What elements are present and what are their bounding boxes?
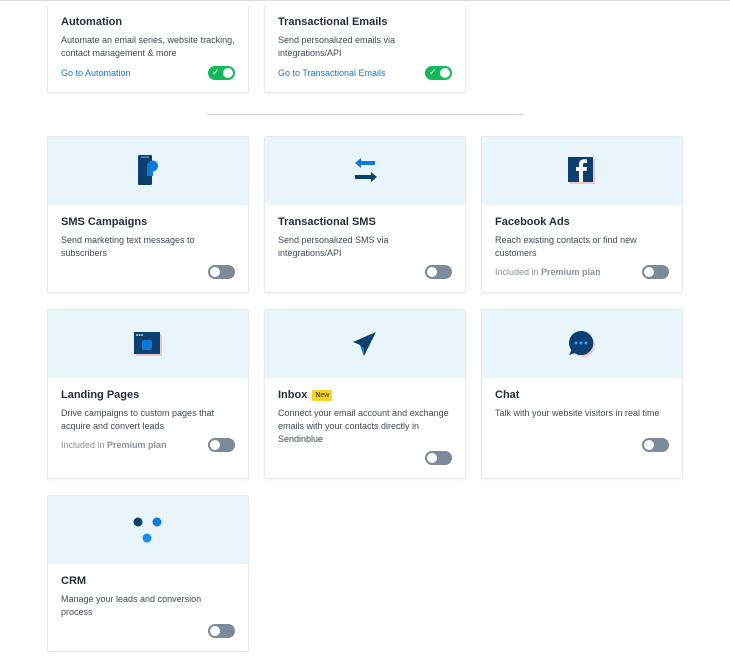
card-banner [48, 496, 248, 564]
card-title: Automation [61, 16, 123, 28]
premium-plan-label: Premium plan [107, 440, 167, 450]
card-description: Reach existing contacts or find new cust… [495, 235, 637, 258]
phone-sms-icon [138, 155, 158, 185]
card-title-text: Inbox [278, 389, 308, 401]
card-description: Automate an email series, website tracki… [61, 35, 235, 58]
card-title: Transactional Emails [278, 16, 388, 28]
arrows-exchange-icon [355, 158, 377, 182]
sms-campaigns-toggle[interactable] [208, 265, 235, 279]
card-description: Manage your leads and conversion process [61, 594, 202, 617]
card-banner [265, 310, 465, 378]
go-to-transactional-emails-link[interactable]: Go to Transactional Emails [278, 68, 386, 78]
facebook-icon [568, 157, 595, 184]
card-landing-pages: Landing Pages Drive campaigns to custom … [47, 309, 249, 479]
card-title: Facebook Ads [495, 216, 570, 228]
card-description: Send personalized SMS via integrations/A… [278, 235, 389, 258]
card-automation: Automation Automate an email series, web… [47, 5, 249, 93]
card-banner [482, 137, 682, 205]
card-title: Inbox New [278, 388, 452, 402]
premium-note-prefix: Included in [61, 440, 108, 450]
facebook-ads-toggle[interactable] [642, 265, 669, 279]
premium-note-prefix: Included in [495, 267, 542, 277]
premium-plan-note: Included in Premium plan [61, 440, 167, 450]
check-icon: ✓ [429, 67, 437, 77]
check-icon: ✓ [212, 67, 220, 77]
card-title: Transactional SMS [278, 216, 376, 228]
card-title: Landing Pages [61, 389, 140, 401]
chat-toggle[interactable] [642, 438, 669, 452]
crm-dots-icon [133, 517, 162, 543]
browser-window-icon [134, 332, 162, 356]
section-divider [207, 114, 523, 115]
premium-plan-label: Premium plan [541, 267, 601, 277]
card-title: CRM [61, 575, 87, 587]
card-title: SMS Campaigns [61, 216, 148, 228]
card-transactional-emails: Transactional Emails Send personalized e… [264, 5, 466, 93]
card-description: Send marketing text messages to subscrib… [61, 235, 195, 258]
card-description: Connect your email account and exchange … [278, 408, 449, 444]
top-border [0, 0, 730, 1]
card-banner [482, 310, 682, 378]
card-transactional-sms: Transactional SMS Send personalized SMS … [264, 136, 466, 293]
new-badge: New [312, 389, 333, 401]
landing-pages-toggle[interactable] [208, 438, 235, 452]
card-banner [48, 310, 248, 378]
card-inbox: Inbox New Connect your email account and … [264, 309, 466, 479]
card-banner [48, 137, 248, 205]
go-to-automation-link[interactable]: Go to Automation [61, 68, 131, 78]
automation-toggle[interactable]: ✓ [208, 66, 235, 80]
card-description: Send personalized emails via integration… [278, 35, 396, 58]
card-crm: CRM Manage your leads and conversion pro… [47, 495, 249, 652]
chat-bubble-icon [569, 330, 595, 357]
premium-plan-note: Included in Premium plan [495, 267, 601, 277]
paper-plane-icon [353, 332, 376, 356]
card-title: Chat [495, 389, 520, 401]
transactional-sms-toggle[interactable] [425, 265, 452, 279]
crm-toggle[interactable] [208, 624, 235, 638]
card-description: Talk with your website visitors in real … [495, 408, 660, 418]
card-facebook-ads: Facebook Ads Reach existing contacts or … [481, 136, 683, 293]
inbox-toggle[interactable] [425, 451, 452, 465]
card-banner [265, 137, 465, 205]
card-chat: Chat Talk with your website visitors in … [481, 309, 683, 479]
transactional-emails-toggle[interactable]: ✓ [425, 66, 452, 80]
card-sms-campaigns: SMS Campaigns Send marketing text messag… [47, 136, 249, 293]
card-description: Drive campaigns to custom pages that acq… [61, 408, 215, 431]
